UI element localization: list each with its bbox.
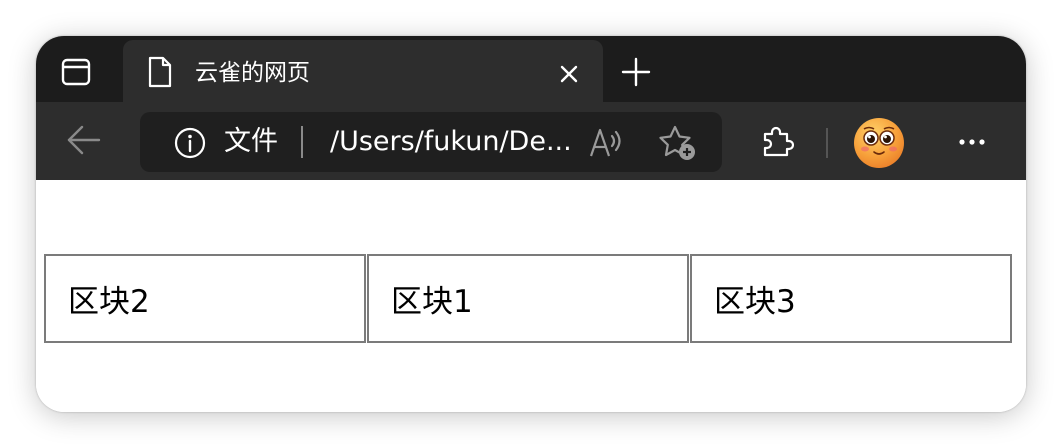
- plus-icon[interactable]: [620, 56, 652, 88]
- browser-window: 云雀的网页 文件 /Users/fukun/De... 区块2 区块1 区块3: [36, 36, 1026, 412]
- avatar-icon[interactable]: [854, 118, 904, 168]
- tab-strip: 云雀的网页: [36, 36, 1026, 102]
- sidebar-toggle-icon[interactable]: [60, 58, 92, 86]
- tab-active[interactable]: 云雀的网页: [123, 40, 603, 102]
- page-icon: [147, 56, 173, 92]
- site-info-label[interactable]: 文件: [224, 125, 278, 159]
- url-text[interactable]: /Users/fukun/De...: [330, 125, 580, 159]
- read-aloud-icon[interactable]: [588, 126, 624, 160]
- tab-title: 云雀的网页: [195, 60, 310, 86]
- address-bar[interactable]: 文件 /Users/fukun/De...: [140, 112, 722, 172]
- page-content: 区块2 区块1 区块3: [36, 180, 1026, 412]
- block-item: 区块3: [690, 254, 1012, 343]
- block-item: 区块1: [367, 254, 689, 343]
- close-icon[interactable]: [559, 64, 579, 84]
- puzzle-icon[interactable]: [760, 124, 795, 158]
- toolbar: 文件 /Users/fukun/De...: [36, 102, 1026, 180]
- block-row: 区块2 区块1 区块3: [44, 254, 1012, 343]
- block-item: 区块2: [44, 254, 366, 343]
- address-divider: [301, 126, 303, 158]
- back-arrow-icon[interactable]: [66, 122, 102, 158]
- toolbar-divider: [826, 128, 828, 158]
- more-icon[interactable]: [952, 130, 992, 154]
- info-icon[interactable]: [174, 127, 206, 159]
- add-favorite-icon[interactable]: [658, 124, 698, 162]
